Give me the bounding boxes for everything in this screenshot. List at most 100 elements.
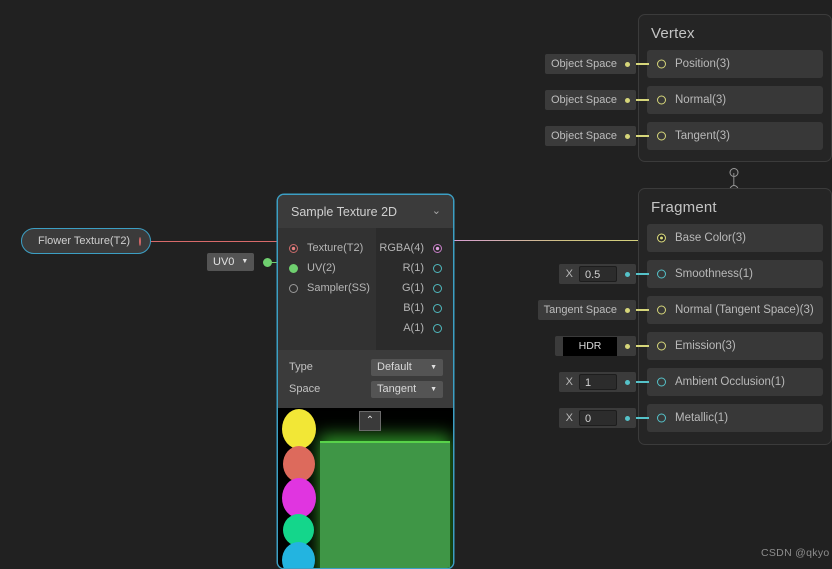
tangent-space-control[interactable]: Object Space	[544, 126, 649, 146]
type-dropdown-value: Default	[377, 360, 412, 373]
vertex-slot-tangent[interactable]: Object Space Tangent(3)	[544, 122, 823, 150]
normal-port[interactable]	[657, 95, 666, 105]
position-space-control[interactable]: Object Space	[544, 54, 649, 74]
input-label-sampler: Sampler(SS)	[307, 282, 370, 294]
fragment-slot-smoothness[interactable]: X 0.5 Smoothness(1)	[558, 260, 823, 288]
ao-float-field[interactable]: X 1	[558, 372, 617, 392]
preview-shape	[320, 441, 450, 568]
normal-space-control[interactable]: Object Space	[544, 90, 649, 110]
metallic-field-wrap[interactable]: X 0	[558, 408, 636, 428]
fragment-slot-normal[interactable]: Tangent Space Normal (Tangent Space)(3)	[537, 296, 823, 324]
tangent-space-dropdown[interactable]: Object Space	[544, 126, 636, 146]
chevron-up-icon[interactable]: ⌃	[359, 411, 381, 431]
space-dropdown[interactable]: Tangent ▼	[371, 380, 443, 398]
g-port-icon[interactable]	[433, 283, 442, 293]
sample-texture-2d-header[interactable]: Sample Texture 2D ⌄	[278, 195, 453, 228]
fragment-normal-space-dropdown[interactable]: Tangent Space	[537, 300, 636, 320]
ao-input[interactable]: 1	[579, 374, 617, 390]
metallic-input[interactable]: 0	[579, 410, 617, 426]
texture-preview[interactable]: ⌃	[278, 408, 453, 568]
smoothness-control[interactable]: X 0.5	[558, 264, 649, 284]
uv0-node[interactable]: UV0 ▼	[207, 251, 273, 273]
sample-texture-2d-ports: Texture(T2) UV(2) Sampler(SS) RGBA(4) R(	[278, 228, 453, 350]
position-port[interactable]	[657, 59, 666, 69]
fragment-normal-port[interactable]	[657, 305, 666, 315]
vertex-block[interactable]: Vertex Object Space Position(3) Object S…	[544, 14, 832, 162]
normal-wire-stub	[636, 99, 649, 101]
ambient-occlusion-port[interactable]	[657, 377, 666, 387]
rgba-port-icon[interactable]	[433, 243, 442, 253]
fragment-normal-space-value: Tangent Space	[543, 304, 617, 316]
output-port-b[interactable]: B(1)	[376, 298, 453, 318]
chevron-down-icon[interactable]: ⌄	[432, 206, 441, 217]
shader-graph-canvas[interactable]: Vertex Object Space Position(3) Object S…	[0, 0, 832, 569]
flower-texture-output-port[interactable]	[139, 236, 142, 246]
uv-port-icon[interactable]	[289, 263, 298, 273]
a-port-icon[interactable]	[433, 323, 442, 333]
uv0-value: UV0	[213, 256, 235, 268]
output-port-rgba[interactable]: RGBA(4)	[376, 238, 453, 258]
input-port-sampler[interactable]: Sampler(SS)	[278, 278, 376, 298]
fragment-slot-ambient-occlusion[interactable]: X 1 Ambient Occlusion(1)	[558, 368, 823, 396]
input-port-uv[interactable]: UV(2)	[278, 258, 376, 278]
fragment-normal-control-dot	[625, 307, 630, 313]
smoothness-control-dot	[625, 271, 630, 277]
vertex-slot-position[interactable]: Object Space Position(3)	[544, 50, 823, 78]
flower-texture-property-node[interactable]: Flower Texture(T2)	[21, 228, 151, 254]
smoothness-port[interactable]	[657, 269, 666, 279]
output-port-g[interactable]: G(1)	[376, 278, 453, 298]
emission-port[interactable]	[657, 341, 666, 351]
fragment-slot-metallic[interactable]: X 0 Metallic(1)	[558, 404, 823, 432]
smoothness-wire-stub	[636, 273, 649, 275]
metallic-control-dot	[625, 415, 630, 421]
metallic-port[interactable]	[657, 413, 666, 423]
smoothness-float-field[interactable]: X 0.5	[558, 264, 617, 284]
normal-space-value: Object Space	[550, 94, 617, 106]
normal-space-dropdown[interactable]: Object Space	[544, 90, 636, 110]
parameter-row-space[interactable]: Space Tangent ▼	[289, 378, 443, 400]
uv0-dropdown[interactable]: UV0 ▼	[207, 253, 255, 271]
uv0-output-port[interactable]	[263, 257, 273, 267]
metallic-float-field[interactable]: X 0	[558, 408, 617, 428]
fragment-normal-space-control[interactable]: Tangent Space	[537, 300, 649, 320]
input-port-texture[interactable]: Texture(T2)	[278, 238, 376, 258]
emission-hdr-swatch[interactable]: HDR	[563, 336, 617, 356]
emission-control-dot	[625, 343, 630, 349]
ao-axis-label: X	[565, 376, 573, 388]
output-port-a[interactable]: A(1)	[376, 318, 453, 338]
output-label-a: A(1)	[403, 322, 424, 334]
type-dropdown[interactable]: Default ▼	[371, 358, 443, 376]
parameter-row-type[interactable]: Type Default ▼	[289, 356, 443, 378]
vertex-slot-normal[interactable]: Object Space Normal(3)	[544, 86, 823, 114]
position-space-dropdown[interactable]: Object Space	[544, 54, 636, 74]
texture-port-icon[interactable]	[289, 243, 298, 253]
smoothness-field-wrap[interactable]: X 0.5	[558, 264, 636, 284]
fragment-block-title: Fragment	[651, 199, 717, 216]
tangent-wire-stub	[636, 135, 649, 137]
emission-control[interactable]: HDR	[555, 336, 649, 356]
fragment-slot-label-normal: Normal (Tangent Space)(3)	[675, 304, 814, 316]
metallic-control[interactable]: X 0	[558, 408, 649, 428]
fragment-slot-label-base-color: Base Color(3)	[675, 232, 746, 244]
preview-swatch-yellow	[282, 409, 316, 449]
r-port-icon[interactable]	[433, 263, 442, 273]
wire-rgba-to-base-color	[446, 239, 659, 241]
output-port-r[interactable]: R(1)	[376, 258, 453, 278]
sample-texture-2d-parameters: Type Default ▼ Space Tangent ▼	[278, 350, 453, 408]
fragment-slot-label-metallic: Metallic(1)	[675, 412, 729, 424]
ambient-occlusion-control[interactable]: X 1	[558, 372, 649, 392]
base-color-port[interactable]	[657, 233, 666, 243]
smoothness-input[interactable]: 0.5	[579, 266, 617, 282]
fragment-slot-base-color[interactable]: Base Color(3)	[647, 224, 823, 252]
fragment-slot-emission[interactable]: HDR Emission(3)	[555, 332, 823, 360]
metallic-wire-stub	[636, 417, 649, 419]
ao-wire-stub	[636, 381, 649, 383]
b-port-icon[interactable]	[433, 303, 442, 313]
emission-color-field[interactable]: HDR	[555, 336, 636, 356]
sample-texture-2d-node[interactable]: Sample Texture 2D ⌄ Texture(T2) UV(2) Sa…	[277, 194, 454, 569]
ao-field-wrap[interactable]: X 1	[558, 372, 636, 392]
tangent-port[interactable]	[657, 131, 666, 141]
fragment-block[interactable]: Fragment Base Color(3) X 0.5 Smoothness(…	[537, 188, 832, 445]
sampler-port-icon[interactable]	[289, 283, 298, 293]
fragment-slot-label-smoothness: Smoothness(1)	[675, 268, 753, 280]
